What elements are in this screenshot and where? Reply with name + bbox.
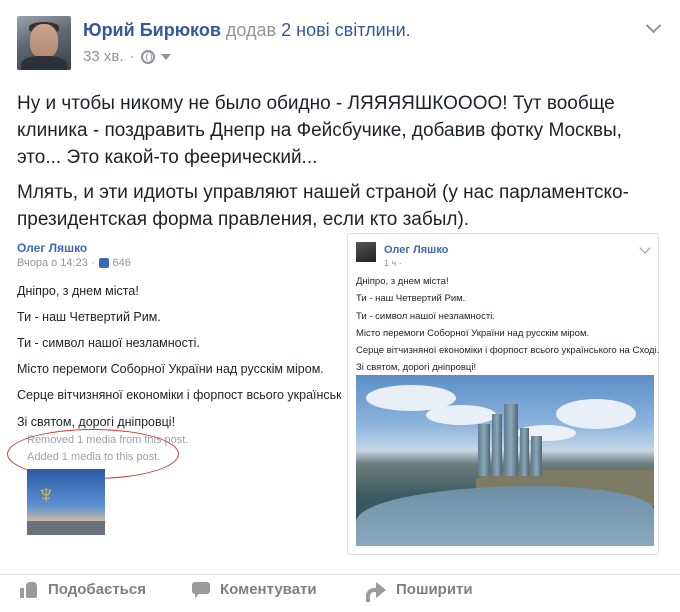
screenshot-text-line: Зі святом, дорогі дніпровці! xyxy=(17,415,176,429)
screenshot-text-line: Серце вітчизняної економіки і форпост вс… xyxy=(356,345,660,356)
screenshot-text-line: Ти - символ нашої незламності. xyxy=(356,311,495,322)
like-button[interactable]: Подобається xyxy=(20,581,146,598)
screenshot-avatar xyxy=(356,242,376,262)
screenshot-text-line: Ти - наш Четвертий Рим. xyxy=(356,293,466,304)
comment-button[interactable]: Коментувати xyxy=(192,581,317,598)
post-header: Юрий Бирюков додав 2 нові світлини. 33 х… xyxy=(17,16,663,72)
post-body: Ну и чтобы никому не было обидно - ЛЯЯЯЯ… xyxy=(17,90,667,241)
moscow-city-photo xyxy=(356,375,654,546)
like-icon xyxy=(98,258,109,268)
screenshot-text-line: Серце вітчизняної економіки і форпост вс… xyxy=(17,388,341,402)
thumbs-up-icon xyxy=(20,581,38,598)
like-count: 646 xyxy=(112,257,131,269)
screenshot-text-line: Місто перемоги Соборної України над русс… xyxy=(17,362,324,376)
photos-link[interactable]: 2 нові світлини. xyxy=(281,20,411,40)
dnipro-thumbnail: ♆ xyxy=(27,469,105,535)
screenshot-text-line: Ти - наш Четвертий Рим. xyxy=(17,310,161,324)
author-line: Юрий Бирюков додав 2 нові світлини. xyxy=(83,20,411,41)
screenshot-text-line: Дніпро, з днем міста! xyxy=(356,276,449,287)
screenshot-text-line: Дніпро, з днем міста! xyxy=(17,284,139,298)
share-arrow-icon xyxy=(366,581,386,602)
post-meta: 33 хв. · xyxy=(83,48,171,65)
post-paragraph: Ну и чтобы никому не было обидно - ЛЯЯЯЯ… xyxy=(17,93,622,168)
screenshot-time: Вчора о 14:23 · xyxy=(17,257,95,269)
added-text: додав xyxy=(225,20,277,40)
like-label: Подобається xyxy=(48,581,146,598)
photo-left-screenshot[interactable]: Олег Ляшко Вчора о 14:23 · 646 Дніпро, з… xyxy=(7,233,341,549)
post-actions-bar: Подобається Коментувати Поширити xyxy=(0,574,680,612)
privacy-dropdown-icon[interactable] xyxy=(160,53,171,60)
screenshot-time: 1 ч · xyxy=(384,258,402,268)
comment-label: Коментувати xyxy=(220,581,317,598)
comment-icon xyxy=(192,581,210,598)
author-name-link[interactable]: Юрий Бирюков xyxy=(83,20,221,40)
screenshot-text-line: Місто перемоги Соборної України над русс… xyxy=(356,328,590,339)
globe-icon xyxy=(140,49,155,64)
post-timestamp[interactable]: 33 хв. xyxy=(83,48,124,65)
screenshot-author: Олег Ляшко xyxy=(384,244,449,256)
screenshot-text-line: Зі святом, дорогі дніпровці! xyxy=(356,362,477,373)
screenshot-text-line: Ти - символ нашої незламності. xyxy=(17,336,200,350)
share-label: Поширити xyxy=(396,581,473,598)
photo-right-screenshot[interactable]: Олег Ляшко 1 ч · Дніпро, з днем міста! Т… xyxy=(347,233,659,555)
author-avatar[interactable] xyxy=(17,16,71,70)
screenshot-author: Олег Ляшко xyxy=(17,241,88,255)
share-button[interactable]: Поширити xyxy=(366,581,473,602)
chevron-down-icon xyxy=(639,242,651,254)
attached-photos[interactable]: Олег Ляшко Вчора о 14:23 · 646 Дніпро, з… xyxy=(7,225,665,565)
chevron-down-icon[interactable] xyxy=(645,20,663,34)
screenshot-meta: Вчора о 14:23 · 646 xyxy=(17,257,131,269)
trident-icon: ♆ xyxy=(36,479,56,509)
